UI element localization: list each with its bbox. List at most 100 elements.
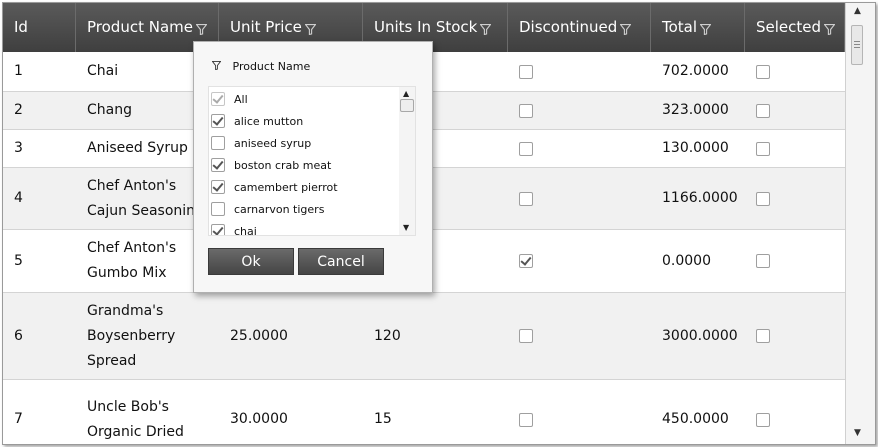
- total-value: 3000.0000: [662, 327, 738, 344]
- product-name-line: Chang: [87, 102, 132, 118]
- column-header[interactable]: Selected: [745, 3, 845, 52]
- cancel-button[interactable]: Cancel: [298, 248, 384, 275]
- filter-icon[interactable]: [823, 6, 836, 55]
- scroll-down-icon[interactable]: ▼: [854, 428, 861, 438]
- total-cell: 130.0000: [651, 130, 745, 167]
- selected-cell: [745, 130, 845, 167]
- discontinued-checkbox[interactable]: [519, 412, 533, 427]
- total-cell: 1166.0000: [651, 168, 745, 229]
- total-value: 0.0000: [662, 252, 711, 269]
- product-name-line: Aniseed Syrup: [87, 140, 188, 156]
- id-value: 7: [14, 411, 23, 427]
- filter-option[interactable]: alice mutton: [209, 110, 399, 132]
- filter-option-checkbox[interactable]: [211, 136, 225, 150]
- discontinued-checkbox[interactable]: [519, 191, 533, 206]
- filter-option-checkbox[interactable]: [211, 202, 225, 216]
- product-name-value: Grandma's Boysenberry Spread: [87, 299, 175, 374]
- units-in-stock-cell: 120: [363, 293, 508, 379]
- id-value: 1: [14, 63, 23, 79]
- list-scroll-up-icon[interactable]: ▲: [403, 89, 409, 98]
- scroll-thumb[interactable]: [851, 25, 863, 65]
- list-scroll-down-icon[interactable]: ▼: [403, 223, 409, 232]
- column-header-label: Product Name: [87, 18, 193, 36]
- product-name-line: Uncle Bob's: [87, 398, 169, 415]
- discontinued-cell: [508, 230, 651, 292]
- product-name-value: Chef Anton's Gumbo Mix: [87, 236, 176, 286]
- list-scroll-thumb[interactable]: [400, 99, 414, 112]
- scroll-up-icon[interactable]: ▲: [854, 6, 861, 16]
- discontinued-checkbox[interactable]: [519, 103, 533, 118]
- filter-option-checkbox[interactable]: [211, 114, 225, 128]
- product-name-cell: Grandma's Boysenberry Spread: [76, 293, 219, 379]
- product-name-value: Chang: [87, 98, 132, 123]
- filter-option-checkbox[interactable]: [211, 92, 225, 106]
- product-name-value: Chai: [87, 59, 118, 84]
- units-in-stock-cell: 15: [363, 380, 508, 444]
- filter-option-label: chai: [234, 224, 257, 236]
- id-value: 6: [14, 327, 23, 344]
- total-value: 130.0000: [662, 140, 729, 156]
- column-header[interactable]: Id: [3, 3, 76, 52]
- discontinued-cell: [508, 380, 651, 444]
- units-in-stock-value: 120: [374, 327, 401, 344]
- filter-option[interactable]: chai: [209, 220, 399, 236]
- selected-checkbox[interactable]: [756, 254, 770, 268]
- id-cell: 6: [3, 293, 76, 379]
- selected-cell: [745, 380, 845, 444]
- filter-option-label: boston crab meat: [234, 158, 332, 172]
- vertical-scrollbar[interactable]: ▲ ▼: [845, 3, 875, 444]
- filter-icon[interactable]: [699, 6, 712, 55]
- filter-option[interactable]: boston crab meat: [209, 154, 399, 176]
- filter-option[interactable]: All: [209, 88, 399, 110]
- product-name-line: Organic Dried: [87, 423, 184, 440]
- discontinued-cell: [508, 52, 651, 91]
- filter-option-checkbox[interactable]: [211, 158, 225, 172]
- column-header[interactable]: Total: [651, 3, 745, 52]
- unit-price-value: 30.0000: [230, 411, 288, 427]
- units-in-stock-value: 15: [374, 411, 392, 427]
- product-name-value: Uncle Bob's Organic Dried: [87, 395, 184, 445]
- column-header-label: Units In Stock: [374, 18, 478, 36]
- filter-option[interactable]: camembert pierrot: [209, 176, 399, 198]
- discontinued-cell: [508, 92, 651, 129]
- filter-option-label: camembert pierrot: [234, 180, 338, 194]
- filter-option[interactable]: aniseed syrup: [209, 132, 399, 154]
- discontinued-cell: [508, 168, 651, 229]
- filter-option-checkbox[interactable]: [211, 180, 225, 194]
- discontinued-checkbox[interactable]: [519, 141, 533, 156]
- discontinued-checkbox[interactable]: [519, 64, 533, 79]
- selected-checkbox[interactable]: [756, 64, 770, 79]
- table-row[interactable]: 7 Uncle Bob's Organic Dried 30.0000 15 450.00…: [3, 380, 845, 444]
- id-cell: 5: [3, 230, 76, 292]
- filter-list-scrollbar[interactable]: ▲ ▼: [399, 87, 415, 235]
- selected-checkbox[interactable]: [756, 141, 770, 156]
- filter-option[interactable]: carnarvon tigers: [209, 198, 399, 220]
- selected-cell: [745, 230, 845, 292]
- selected-cell: [745, 92, 845, 129]
- ok-button[interactable]: Ok: [208, 248, 294, 275]
- product-name-value: Aniseed Syrup: [87, 136, 188, 161]
- total-cell: 323.0000: [651, 92, 745, 129]
- filter-option-checkbox[interactable]: [211, 224, 225, 235]
- column-header-label: Total: [662, 18, 698, 36]
- id-cell: 7: [3, 380, 76, 444]
- product-name-line: Cajun Seasonin: [87, 202, 196, 219]
- discontinued-checkbox[interactable]: [519, 329, 533, 343]
- column-header[interactable]: Discontinued: [508, 3, 651, 52]
- filter-option-label: carnarvon tigers: [234, 202, 325, 216]
- id-cell: 1: [3, 52, 76, 91]
- selected-checkbox[interactable]: [756, 412, 770, 427]
- filter-popup-title: Product Name: [211, 60, 310, 73]
- total-cell: 702.0000: [651, 52, 745, 91]
- id-cell: 4: [3, 168, 76, 229]
- unit-price-value: 25.0000: [230, 327, 288, 344]
- selected-checkbox[interactable]: [756, 329, 770, 343]
- table-row[interactable]: 6 Grandma's Boysenberry Spread 25.0000 120 300…: [3, 293, 845, 380]
- selected-checkbox[interactable]: [756, 191, 770, 206]
- discontinued-checkbox[interactable]: [519, 254, 533, 268]
- id-cell: 3: [3, 130, 76, 167]
- filter-icon[interactable]: [619, 6, 632, 55]
- column-header-label: Selected: [756, 18, 822, 36]
- filter-icon[interactable]: [479, 6, 492, 55]
- selected-checkbox[interactable]: [756, 103, 770, 118]
